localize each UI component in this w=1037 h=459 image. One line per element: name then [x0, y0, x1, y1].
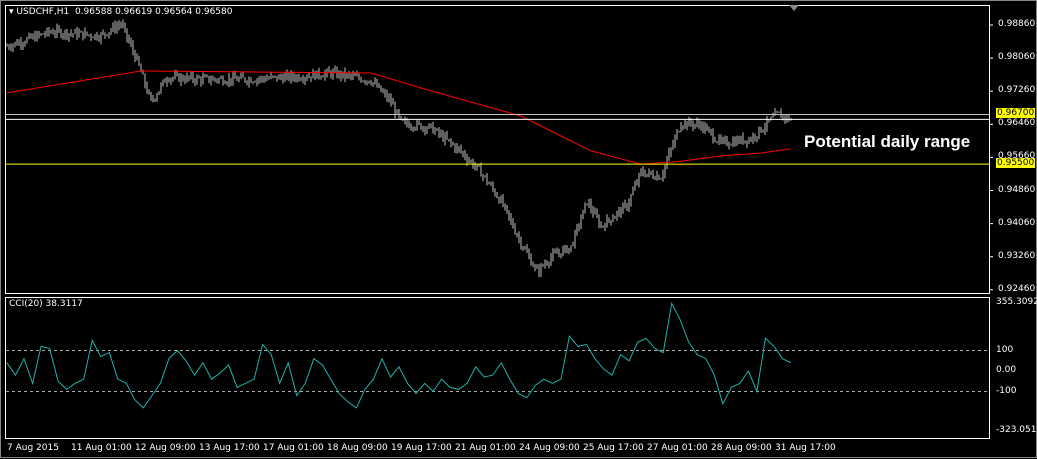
time-axis-label: 25 Aug 17:00: [583, 443, 644, 453]
time-axis-label: 27 Aug 01:00: [647, 443, 708, 453]
time-axis-label: 21 Aug 01:00: [455, 443, 516, 453]
close-readout: 0.96580: [195, 7, 233, 17]
cci-title: CCI(20) 38.3117: [9, 299, 83, 309]
price-axis-label: 0.92460: [998, 283, 1036, 294]
price-axis-label: 0.97260: [998, 85, 1036, 96]
time-axis-label: 31 Aug 17:00: [775, 443, 836, 453]
chart-shift-marker-icon: [789, 5, 799, 11]
time-axis-label: 24 Aug 09:00: [519, 443, 580, 453]
symbol-label: USDCHF,H1: [16, 7, 70, 17]
chart-title: ▾ USDCHF,H1 0.96588 0.96619 0.96564 0.96…: [9, 7, 232, 17]
time-axis-label: 19 Aug 17:00: [391, 443, 452, 453]
time-axis-label: 28 Aug 09:00: [711, 443, 772, 453]
cci-axis-label: 100: [996, 345, 1014, 355]
cci-axis-label: -100: [996, 386, 1017, 396]
price-axis-label: 0.94060: [998, 217, 1036, 228]
time-axis-label: 17 Aug 01:00: [263, 443, 324, 453]
cci-line: [6, 301, 792, 409]
price-axis-label: 0.96460: [998, 118, 1036, 129]
time-axis-label: 13 Aug 17:00: [199, 443, 260, 453]
price-axis-label: 0.94860: [998, 184, 1036, 195]
time-axis-label: 18 Aug 09:00: [327, 443, 388, 453]
open-readout: 0.96588: [74, 7, 113, 17]
cci-axis-label: 0.00: [996, 365, 1017, 375]
chart-canvas: [5, 5, 993, 439]
chart-window: ▾ USDCHF,H1 0.96588 0.96619 0.96564 0.96…: [0, 0, 1037, 458]
annotation-text[interactable]: Potential daily range: [804, 132, 970, 152]
price-axis-label: 0.98060: [998, 52, 1036, 63]
time-axis-label: 7 Aug 2015: [7, 443, 59, 453]
price-axis-label: 0.93260: [998, 250, 1036, 261]
high-readout: 0.96619: [115, 7, 153, 17]
low-readout: 0.96564: [155, 7, 193, 17]
time-axis-label: 12 Aug 09:00: [135, 443, 196, 453]
chart-menu-triangle-icon[interactable]: ▾: [9, 7, 14, 17]
cci-axis-label: 355.3092: [996, 297, 1037, 307]
time-axis-label: 11 Aug 01:00: [71, 443, 132, 453]
price-level-label: 0.95500: [996, 158, 1036, 169]
price-axis-label: 0.98860: [998, 19, 1036, 29]
cci-axis-label: -323.0518: [996, 425, 1037, 435]
price-level-label: 0.96700: [996, 108, 1036, 119]
